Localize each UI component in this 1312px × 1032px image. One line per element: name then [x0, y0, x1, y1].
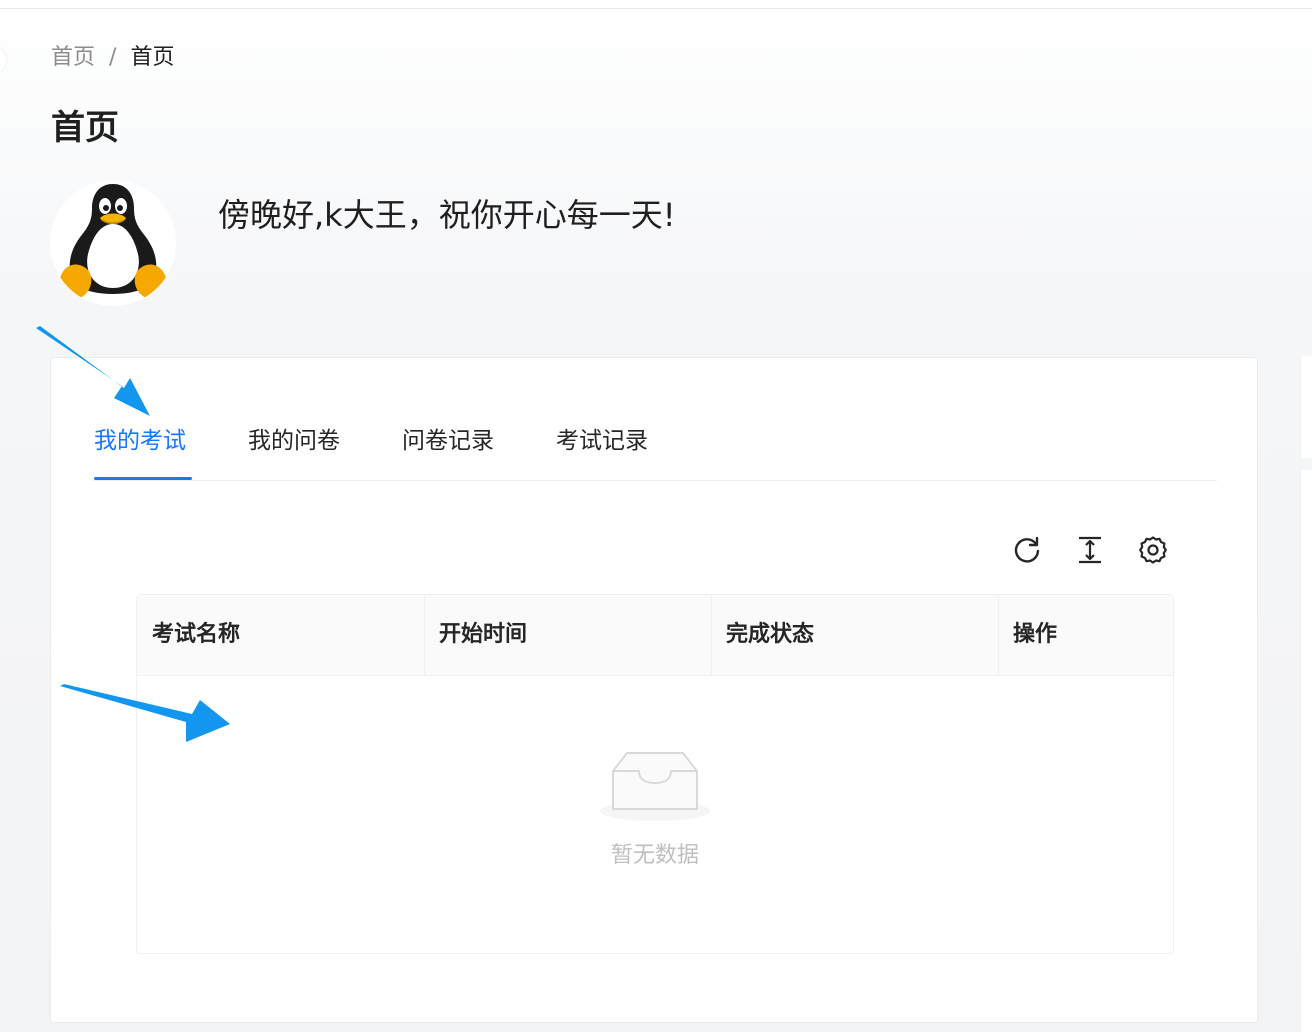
- right-panel-edge-lower: [1300, 470, 1312, 1032]
- empty-text: 暂无数据: [610, 843, 699, 868]
- reload-button[interactable]: [1011, 534, 1043, 566]
- tab-exam-records[interactable]: 考试记录: [556, 424, 648, 458]
- right-panel-edge: [1300, 356, 1312, 458]
- table-header: 考试名称 开始时间 完成状态 操作: [137, 595, 1173, 676]
- tab-active-indicator: [94, 477, 192, 480]
- tab-my-exams[interactable]: 我的考试: [94, 424, 186, 458]
- setting-icon: [1139, 536, 1167, 564]
- page-title: 首页: [51, 108, 119, 148]
- density-button[interactable]: [1074, 534, 1106, 566]
- avatar: [50, 180, 176, 306]
- tab-survey-records[interactable]: 问卷记录: [402, 424, 494, 458]
- annotation-arrow-icon: [36, 326, 150, 416]
- tux-penguin-icon: [50, 180, 176, 306]
- exam-table: 考试名称 开始时间 完成状态 操作 暂无数据: [136, 594, 1174, 954]
- tab-bar: 我的考试 我的问卷 问卷记录 考试记录: [93, 410, 1217, 481]
- column-header-actions: 操作: [1013, 622, 1058, 647]
- tab-my-surveys[interactable]: 我的问卷: [248, 424, 340, 458]
- top-divider: [0, 8, 1312, 9]
- column-settings-button[interactable]: [1137, 534, 1169, 566]
- annotation-arrow-icon: [60, 684, 230, 742]
- breadcrumb-separator: /: [109, 45, 117, 70]
- empty-inbox-icon: [600, 752, 710, 821]
- table-empty-state: 暂无数据: [137, 675, 1173, 953]
- sidebar-toggle-handle[interactable]: [0, 46, 6, 74]
- column-header-start-time: 开始时间: [439, 622, 528, 647]
- breadcrumb: 首页 / 首页: [51, 42, 174, 74]
- column-header-exam-name: 考试名称: [152, 622, 241, 647]
- breadcrumb-current: 首页: [130, 45, 175, 70]
- column-height-icon: [1079, 536, 1101, 564]
- column-header-status: 完成状态: [726, 622, 815, 647]
- page: 首页 / 首页 首页 傍晚好,k大王，祝你开心每一天! 我的考试 我的问卷 问卷…: [0, 0, 1312, 1032]
- reload-icon: [1014, 536, 1040, 563]
- breadcrumb-home-link[interactable]: 首页: [51, 42, 95, 74]
- greeting-text: 傍晚好,k大王，祝你开心每一天!: [218, 196, 676, 234]
